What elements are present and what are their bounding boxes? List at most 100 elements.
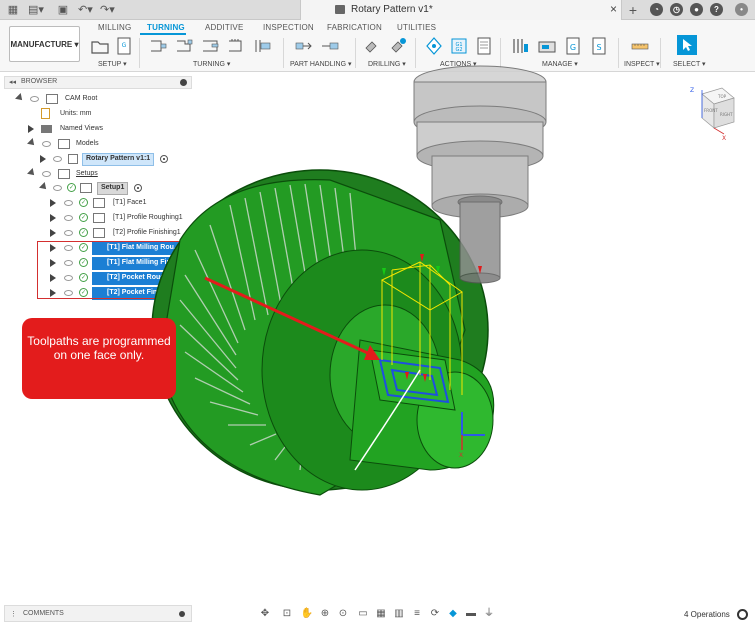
new-folder-icon[interactable] <box>90 36 110 56</box>
group-setup[interactable]: SETUP ▾ <box>98 60 127 68</box>
tree-node-operation[interactable]: ✓ [T2] Profile Finishing1 <box>50 227 190 241</box>
display-settings-icon[interactable]: ▭ <box>356 608 370 620</box>
gear-outer-face <box>151 169 489 491</box>
hole-recognition-icon[interactable] <box>388 36 408 56</box>
part-transfer-icon[interactable] <box>320 36 340 56</box>
group-inspect[interactable]: INSPECT ▾ <box>624 60 660 68</box>
activate-radio[interactable] <box>160 155 168 163</box>
turning-profile-icon[interactable] <box>174 36 194 56</box>
select-icon[interactable] <box>676 34 698 56</box>
expand-toggle-icon[interactable] <box>40 155 46 163</box>
visibility-eye-icon[interactable] <box>64 215 73 221</box>
look-at-icon[interactable]: ⊡ <box>280 608 294 620</box>
post-process-icon[interactable]: G1G2 <box>449 36 469 56</box>
visibility-eye-icon[interactable] <box>64 230 73 236</box>
svg-text:G: G <box>570 43 576 52</box>
bar-pull-icon[interactable] <box>294 36 314 56</box>
expand-toggle-icon[interactable] <box>50 199 56 207</box>
expand-toggle-icon[interactable] <box>50 229 56 237</box>
turning-part-icon[interactable] <box>252 36 272 56</box>
simulate-icon[interactable] <box>424 36 444 56</box>
tab-milling[interactable]: MILLING <box>98 23 131 32</box>
svg-text:G2: G2 <box>455 47 462 53</box>
turning-groove-icon[interactable] <box>200 36 220 56</box>
environment-icon[interactable]: ≡ <box>410 608 424 620</box>
expand-toggle-icon[interactable] <box>28 125 34 133</box>
collapse-panel-icon[interactable]: ◂◂ <box>9 78 16 86</box>
orbit-icon[interactable]: ✥ <box>258 608 272 620</box>
tree-node-model-item[interactable]: Rotary Pattern v1:1 <box>38 153 188 167</box>
viewports-icon[interactable]: ▥ <box>392 608 406 620</box>
viewcube[interactable]: TOP FRONT RIGHT Z X <box>688 84 736 140</box>
drill-icon[interactable] <box>362 36 382 56</box>
refresh-icon[interactable]: ⟳ <box>428 608 442 620</box>
close-tab-icon[interactable]: × <box>610 2 617 16</box>
expand-toggle-icon[interactable] <box>39 182 49 192</box>
visibility-eye-icon[interactable] <box>42 141 51 147</box>
object-visibility-icon[interactable]: ▬ <box>464 608 478 620</box>
help-icon[interactable]: ? <box>710 3 723 16</box>
visibility-eye-icon[interactable] <box>53 156 62 162</box>
browser-options-icon[interactable] <box>180 79 187 86</box>
fit-icon[interactable]: ⊙ <box>336 608 350 620</box>
group-part-handling[interactable]: PART HANDLING ▾ <box>290 60 351 68</box>
notifications-icon[interactable]: ● <box>690 3 703 16</box>
tab-utilities[interactable]: UTILITIES <box>397 23 436 32</box>
tree-node-units[interactable]: Units: mm <box>28 108 178 122</box>
redo-icon[interactable]: ↷▾ <box>100 3 115 17</box>
group-drilling[interactable]: DRILLING ▾ <box>368 60 406 68</box>
file-menu-icon[interactable]: ▤▾ <box>28 3 44 17</box>
tab-turning[interactable]: TURNING <box>147 23 185 32</box>
group-select[interactable]: SELECT ▾ <box>673 60 706 68</box>
group-turning[interactable]: TURNING ▾ <box>193 60 230 68</box>
post-library-icon[interactable]: G <box>563 36 583 56</box>
tree-node-models[interactable]: Models <box>27 138 178 152</box>
tab-additive[interactable]: ADDITIVE <box>205 23 244 32</box>
zoom-icon[interactable]: ⊕ <box>318 608 332 620</box>
tree-node-setups[interactable]: Setups <box>27 168 178 182</box>
simulation-display-icon[interactable]: ◆ <box>446 608 460 620</box>
document-tab[interactable]: Rotary Pattern v1* × <box>300 0 622 20</box>
visibility-eye-icon[interactable] <box>42 171 51 177</box>
turning-face-icon[interactable] <box>148 36 168 56</box>
machine-library-icon[interactable] <box>537 36 557 56</box>
app-grid-icon[interactable]: ▦ <box>6 3 20 17</box>
group-manage[interactable]: MANAGE ▾ <box>542 60 578 68</box>
save-icon[interactable]: ▣ <box>56 3 70 17</box>
undo-icon[interactable]: ↶▾ <box>78 3 93 17</box>
job-status-icon[interactable]: ◷ <box>670 3 683 16</box>
tab-fabrication[interactable]: FABRICATION <box>327 23 382 32</box>
avatar[interactable]: • <box>735 3 748 16</box>
setup-sheet-doc-icon[interactable] <box>474 36 494 56</box>
status-info-icon[interactable] <box>737 609 748 620</box>
tree-node-setup1[interactable]: ✓ Setup1 <box>38 182 188 196</box>
expand-toggle-icon[interactable] <box>27 168 37 178</box>
measure-icon[interactable] <box>630 36 650 56</box>
expand-toggle-icon[interactable] <box>27 138 37 148</box>
expand-toggle-icon[interactable] <box>15 93 25 103</box>
grid-settings-icon[interactable]: ▦ <box>374 608 388 620</box>
comments-panel[interactable]: ⋮ COMMENTS <box>4 605 192 622</box>
visibility-eye-icon[interactable] <box>64 200 73 206</box>
workspace-switcher[interactable]: MANUFACTURE ▾ <box>9 26 80 62</box>
new-tab-icon[interactable]: + <box>626 3 640 17</box>
browser-panel-header[interactable]: ◂◂ BROWSER <box>4 76 192 89</box>
comments-add-icon[interactable] <box>179 611 185 617</box>
setup-sheet-icon[interactable]: G <box>114 36 134 56</box>
tree-node-named-views[interactable]: Named Views <box>28 123 178 137</box>
pan-icon[interactable]: ✋ <box>300 608 314 620</box>
activate-radio[interactable] <box>134 184 142 192</box>
data-panel-icon[interactable]: ◔ <box>650 3 663 16</box>
tree-node-cam-root[interactable]: CAM Root <box>15 93 186 107</box>
tree-node-operation[interactable]: ✓ [T1] Profile Roughing1 <box>50 212 190 226</box>
tab-inspection[interactable]: INSPECTION <box>263 23 314 32</box>
group-actions[interactable]: ACTIONS ▾ <box>440 60 477 68</box>
visibility-eye-icon[interactable] <box>30 96 39 102</box>
filter-icon[interactable]: ⏚ <box>482 608 496 620</box>
tree-node-operation[interactable]: ✓ [T1] Face1 <box>50 197 190 211</box>
visibility-eye-icon[interactable] <box>53 185 62 191</box>
tool-library-icon[interactable] <box>510 36 530 56</box>
expand-toggle-icon[interactable] <box>50 214 56 222</box>
turning-thread-icon[interactable] <box>226 36 246 56</box>
template-library-icon[interactable]: S <box>589 36 609 56</box>
